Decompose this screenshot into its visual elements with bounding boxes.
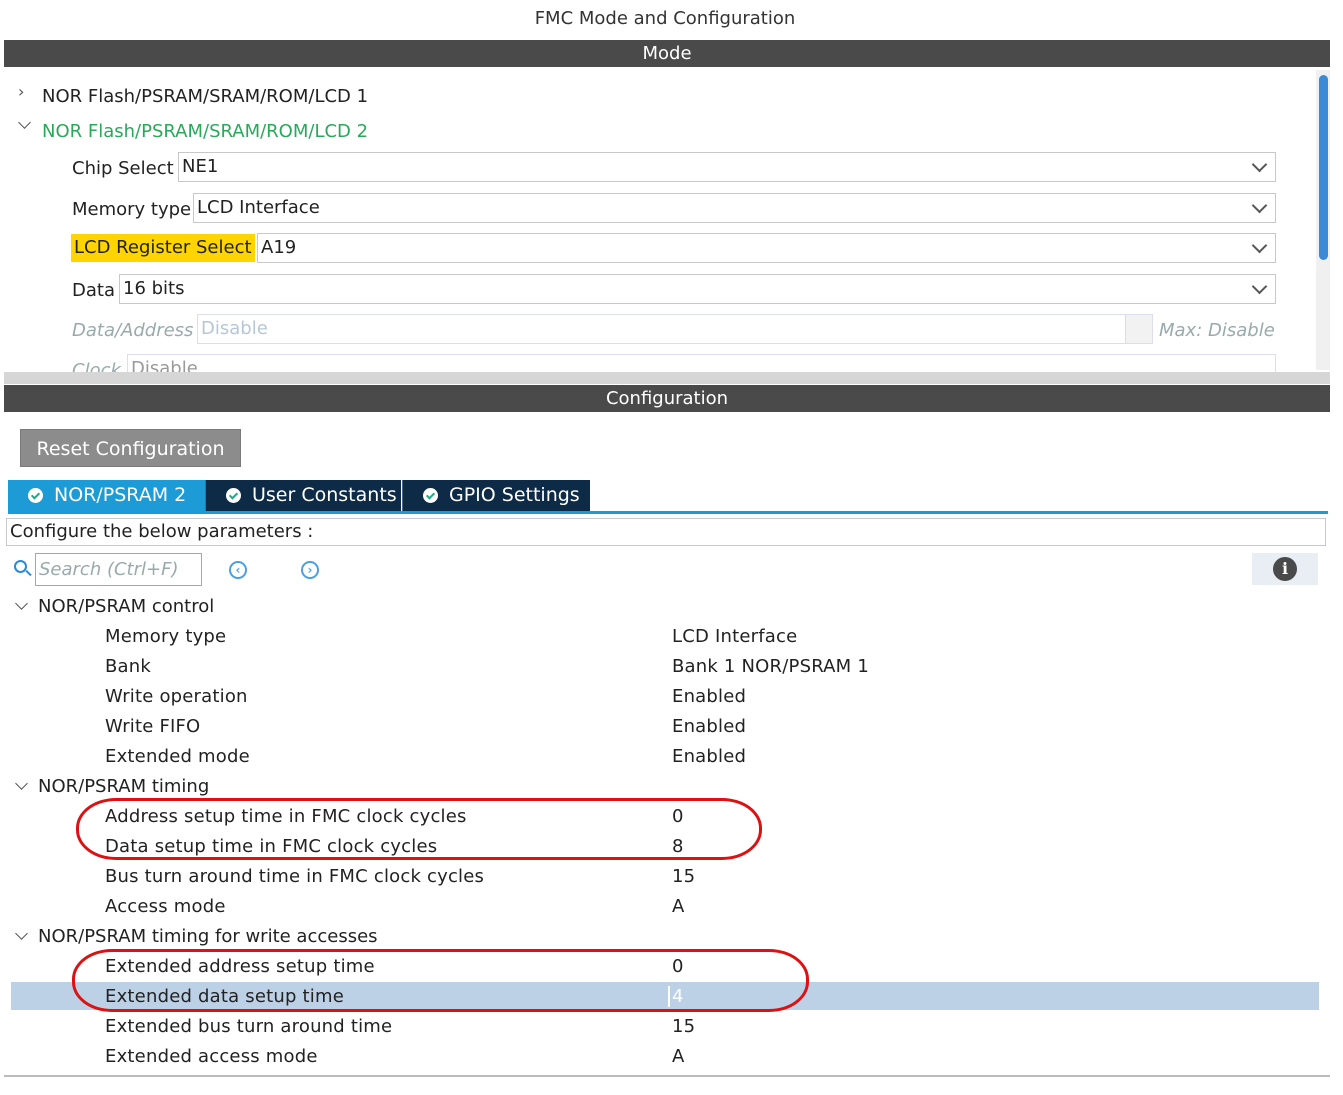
tree-item-lcd2[interactable]: NOR Flash/PSRAM/SRAM/ROM/LCD 2 [42, 121, 368, 142]
tab-label: GPIO Settings [449, 484, 580, 506]
chevron-down-icon [1251, 237, 1268, 254]
configuration-header: Configuration [4, 385, 1330, 412]
mode-panel: › NOR Flash/PSRAM/SRAM/ROM/LCD 1 NOR Fla… [4, 68, 1330, 374]
chevron-down-icon [15, 777, 28, 790]
param-value-editor[interactable]: 4 [668, 986, 684, 1007]
data-label: Data [72, 280, 115, 301]
chevron-down-icon [15, 597, 28, 610]
chevron-down-icon [1251, 156, 1268, 173]
chevron-down-icon [1251, 197, 1268, 214]
next-icon[interactable]: › [301, 561, 319, 579]
tab-gpio-settings[interactable]: GPIO Settings [402, 480, 590, 511]
panel-bottom-border [4, 1075, 1330, 1077]
chevron-right-icon[interactable]: › [18, 82, 24, 101]
group-label: NOR/PSRAM timing for write accesses [38, 926, 378, 947]
chevron-down-icon [15, 927, 28, 940]
check-circle-icon [423, 488, 438, 503]
param-name: Memory type [105, 626, 227, 647]
search-input[interactable]: Search (Ctrl+F) [35, 553, 202, 586]
search-icon-handle [25, 569, 32, 577]
param-value[interactable]: Enabled [672, 686, 746, 707]
mode-scrollbar-thumb[interactable] [1319, 75, 1328, 260]
data-dropdown[interactable]: 16 bits [119, 274, 1276, 304]
tab-label: NOR/PSRAM 2 [54, 484, 187, 506]
group-nor-psram-control[interactable]: NOR/PSRAM control [14, 596, 214, 617]
memory-type-label: Memory type [72, 199, 192, 220]
group-nor-psram-timing[interactable]: NOR/PSRAM timing [14, 776, 209, 797]
chip-select-value: NE1 [182, 156, 219, 177]
tab-user-constants[interactable]: User Constants [205, 480, 401, 511]
info-icon[interactable]: i [1273, 557, 1297, 581]
param-value[interactable]: 0 [672, 806, 684, 827]
param-value[interactable]: 15 [672, 1016, 695, 1037]
param-value[interactable]: 0 [672, 956, 684, 977]
table-row[interactable]: Memory type LCD Interface [11, 622, 1319, 652]
param-value[interactable]: 8 [672, 836, 684, 857]
param-value[interactable]: A [672, 1046, 685, 1067]
table-row[interactable]: Bank Bank 1 NOR/PSRAM 1 [11, 652, 1319, 682]
data-address-spinner[interactable]: Disable [197, 314, 1153, 344]
param-name: Address setup time in FMC clock cycles [105, 806, 467, 827]
tree-item-lcd1[interactable]: NOR Flash/PSRAM/SRAM/ROM/LCD 1 [42, 86, 368, 107]
lcd-register-select-dropdown[interactable]: A19 [257, 233, 1276, 263]
param-value[interactable]: Enabled [672, 716, 746, 737]
data-address-label: Data/Address [72, 320, 194, 341]
chip-select-label: Chip Select [72, 158, 174, 179]
group-label: NOR/PSRAM control [38, 596, 215, 617]
param-name: Extended bus turn around time [105, 1016, 393, 1037]
memory-type-value: LCD Interface [197, 197, 320, 218]
param-name: Bus turn around time in FMC clock cycles [105, 866, 485, 887]
group-label: NOR/PSRAM timing [38, 776, 210, 797]
table-row[interactable]: Write FIFO Enabled [11, 712, 1319, 742]
param-name: Access mode [105, 896, 226, 917]
table-row-selected[interactable]: Extended data setup time 4 [11, 982, 1319, 1010]
memory-type-dropdown[interactable]: LCD Interface [193, 193, 1276, 223]
table-row[interactable]: Bus turn around time in FMC clock cycles… [11, 862, 1319, 892]
previous-icon[interactable]: ‹ [229, 561, 247, 579]
param-name: Extended mode [105, 746, 250, 767]
spinner-arrows-icon[interactable] [1125, 315, 1152, 343]
table-row[interactable]: Extended mode Enabled [11, 742, 1319, 772]
param-value[interactable]: LCD Interface [672, 626, 797, 647]
window-title: FMC Mode and Configuration [534, 8, 796, 29]
param-name: Extended address setup time [105, 956, 375, 977]
chip-select-dropdown[interactable]: NE1 [178, 152, 1276, 182]
table-row[interactable]: Address setup time in FMC clock cycles 0 [11, 802, 1319, 832]
param-value[interactable]: Enabled [672, 746, 746, 767]
param-name: Extended data setup time [105, 986, 345, 1007]
lcd-register-select-label: LCD Register Select [71, 234, 255, 262]
table-row[interactable]: Extended bus turn around time 15 [11, 1012, 1319, 1042]
chevron-down-icon[interactable] [18, 116, 31, 129]
tab-underline [8, 511, 1328, 514]
param-name: Extended access mode [105, 1046, 318, 1067]
data-address-value: Disable [201, 318, 268, 339]
param-name: Bank [105, 656, 152, 677]
divider[interactable] [4, 372, 1330, 384]
data-value: 16 bits [123, 278, 185, 299]
chevron-down-icon [1251, 278, 1268, 295]
clock-dropdown[interactable]: Disable [127, 354, 1276, 374]
table-row[interactable]: Extended address setup time 0 [11, 952, 1319, 982]
param-name: Write FIFO [105, 716, 201, 737]
param-value[interactable]: 15 [672, 866, 695, 887]
check-circle-icon [28, 488, 43, 503]
param-name: Write operation [105, 686, 248, 707]
reset-configuration-button[interactable]: Reset Configuration [20, 429, 241, 467]
mode-header: Mode [4, 40, 1330, 67]
table-row[interactable]: Access mode A [11, 892, 1319, 922]
data-address-max: Max: Disable [1159, 320, 1275, 341]
param-value[interactable]: A [672, 896, 685, 917]
table-row[interactable]: Data setup time in FMC clock cycles 8 [11, 832, 1319, 862]
param-value[interactable]: Bank 1 NOR/PSRAM 1 [672, 656, 869, 677]
check-circle-icon [226, 488, 241, 503]
param-name: Data setup time in FMC clock cycles [105, 836, 438, 857]
tab-label: User Constants [252, 484, 397, 506]
tab-nor-psram-2[interactable]: NOR/PSRAM 2 [8, 480, 205, 511]
configure-description: Configure the below parameters : [6, 518, 1326, 546]
table-row[interactable]: Extended access mode A [11, 1042, 1319, 1072]
table-row[interactable]: Write operation Enabled [11, 682, 1319, 712]
lcd-register-select-value: A19 [261, 237, 297, 258]
group-nor-psram-timing-write[interactable]: NOR/PSRAM timing for write accesses [14, 926, 378, 947]
